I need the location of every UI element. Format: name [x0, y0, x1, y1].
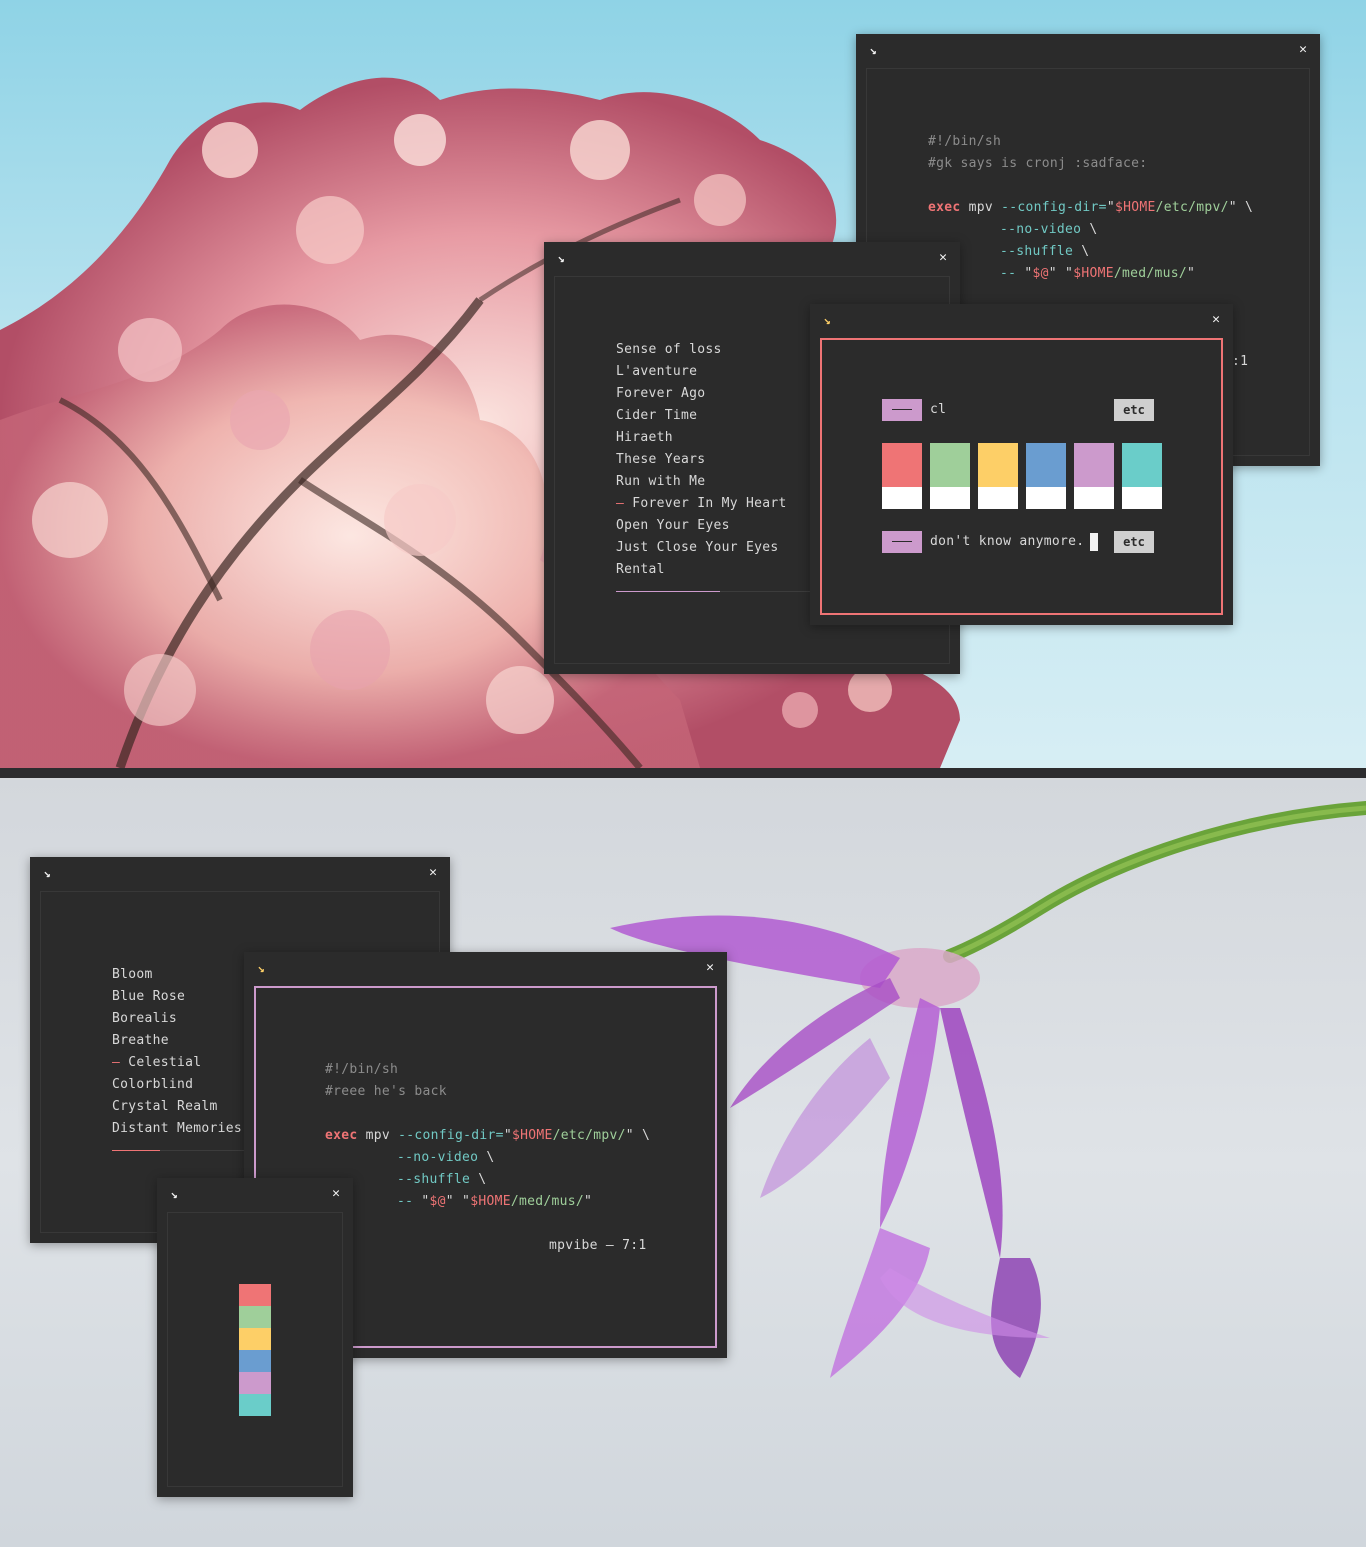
close-icon[interactable]: ✕ — [426, 866, 440, 880]
maximize-icon[interactable]: ↘ — [40, 866, 54, 880]
exec-line: exec mpv --config-dir="$HOME/etc/mpv/" \ — [928, 200, 1254, 215]
close-icon[interactable]: ✕ — [329, 1187, 343, 1201]
playlist-item[interactable]: Open Your Eyes — [616, 515, 730, 537]
swatch-cyan-light — [1122, 487, 1162, 509]
swatch-cyan[interactable] — [239, 1394, 271, 1416]
playlist-divider-dim — [160, 1150, 250, 1151]
shebang-line: #!/bin/sh — [325, 1062, 399, 1077]
shebang-line: #!/bin/sh — [928, 134, 1002, 149]
exec-line: exec mpv --config-dir="$HOME/etc/mpv/" \ — [325, 1128, 651, 1143]
close-icon[interactable]: ✕ — [1209, 313, 1223, 327]
close-icon[interactable]: ✕ — [1296, 43, 1310, 57]
swatch-pane — [167, 1212, 343, 1487]
swatch-pink-light — [1074, 487, 1114, 509]
row1-label: cl — [930, 402, 947, 417]
swatch-yellow[interactable] — [239, 1328, 271, 1350]
swatch-pink[interactable] — [1074, 443, 1114, 487]
palette-window-top[interactable]: ↘ ✕ cl etc don't know anymore. etc — [810, 304, 1233, 625]
no-video-line: --no-video \ — [397, 1150, 495, 1165]
swatch-yellow-light — [978, 487, 1018, 509]
row1-etc-badge[interactable]: etc — [1114, 399, 1154, 421]
row2-etc-badge[interactable]: etc — [1114, 531, 1154, 553]
screenshot-separator — [0, 768, 1366, 778]
playlist-item[interactable]: Bloom — [112, 964, 153, 986]
swatch-blue-light — [1026, 487, 1066, 509]
swatch-pink[interactable] — [239, 1372, 271, 1394]
playlist-divider — [112, 1150, 160, 1151]
close-icon[interactable]: ✕ — [936, 251, 950, 265]
playlist-item-current[interactable]: – Celestial — [112, 1052, 201, 1074]
palette-pane: cl etc don't know anymore. etc — [820, 338, 1223, 615]
status-partial: :1 — [1232, 354, 1249, 369]
swatch-green[interactable] — [239, 1306, 271, 1328]
maximize-icon[interactable]: ↘ — [820, 313, 834, 327]
maximize-icon[interactable]: ↘ — [866, 43, 880, 57]
playlist-item[interactable]: Sense of loss — [616, 339, 722, 361]
playlist-item[interactable]: Borealis — [112, 1008, 177, 1030]
pink-indicator — [882, 399, 922, 421]
pink-indicator-2 — [882, 531, 922, 553]
close-icon[interactable]: ✕ — [703, 961, 717, 975]
playlist-item[interactable]: L'aventure — [616, 361, 697, 383]
playlist-item[interactable]: Cider Time — [616, 405, 697, 427]
maximize-icon[interactable]: ↘ — [554, 251, 568, 265]
playlist-item[interactable]: Colorblind — [112, 1074, 193, 1096]
maximize-icon[interactable]: ↘ — [167, 1187, 181, 1201]
swatch-red[interactable] — [239, 1284, 271, 1306]
swatch-blue[interactable] — [1026, 443, 1066, 487]
playlist-divider — [616, 591, 720, 592]
text-cursor — [1090, 533, 1098, 551]
swatch-yellow[interactable] — [978, 443, 1018, 487]
swatch-red[interactable] — [882, 443, 922, 487]
comment-line: #reee he's back — [325, 1084, 447, 1099]
playlist-item[interactable]: Breathe — [112, 1030, 169, 1052]
swatch-window-bottom[interactable]: ↘ ✕ — [157, 1178, 353, 1497]
playlist-item-current[interactable]: – Forever In My Heart — [616, 493, 787, 515]
swatch-red-light — [882, 487, 922, 509]
args-line: -- "$@" "$HOME/med/mus/" — [397, 1194, 593, 1209]
playlist-item[interactable]: Distant Memories — [112, 1118, 242, 1140]
playlist-item[interactable]: Hiraeth — [616, 427, 673, 449]
playlist-item[interactable]: Forever Ago — [616, 383, 705, 405]
comment-line: #gk says is cronj :sadface: — [928, 156, 1148, 171]
swatch-green[interactable] — [930, 443, 970, 487]
shuffle-line: --shuffle \ — [1000, 244, 1090, 259]
no-video-line: --no-video \ — [1000, 222, 1098, 237]
shuffle-line: --shuffle \ — [397, 1172, 487, 1187]
status-line: mpvibe – 7:1 — [549, 1238, 647, 1253]
playlist-item[interactable]: Run with Me — [616, 471, 705, 493]
args-line: -- "$@" "$HOME/med/mus/" — [1000, 266, 1196, 281]
maximize-icon[interactable]: ↘ — [254, 961, 268, 975]
swatch-green-light — [930, 487, 970, 509]
playlist-item[interactable]: Rental — [616, 559, 665, 581]
swatch-cyan[interactable] — [1122, 443, 1162, 487]
playlist-item[interactable]: Crystal Realm — [112, 1096, 218, 1118]
swatch-blue[interactable] — [239, 1350, 271, 1372]
playlist-item[interactable]: Blue Rose — [112, 986, 185, 1008]
playlist-item[interactable]: Just Close Your Eyes — [616, 537, 779, 559]
row2-label: don't know anymore. — [930, 534, 1085, 549]
playlist-item[interactable]: These Years — [616, 449, 705, 471]
